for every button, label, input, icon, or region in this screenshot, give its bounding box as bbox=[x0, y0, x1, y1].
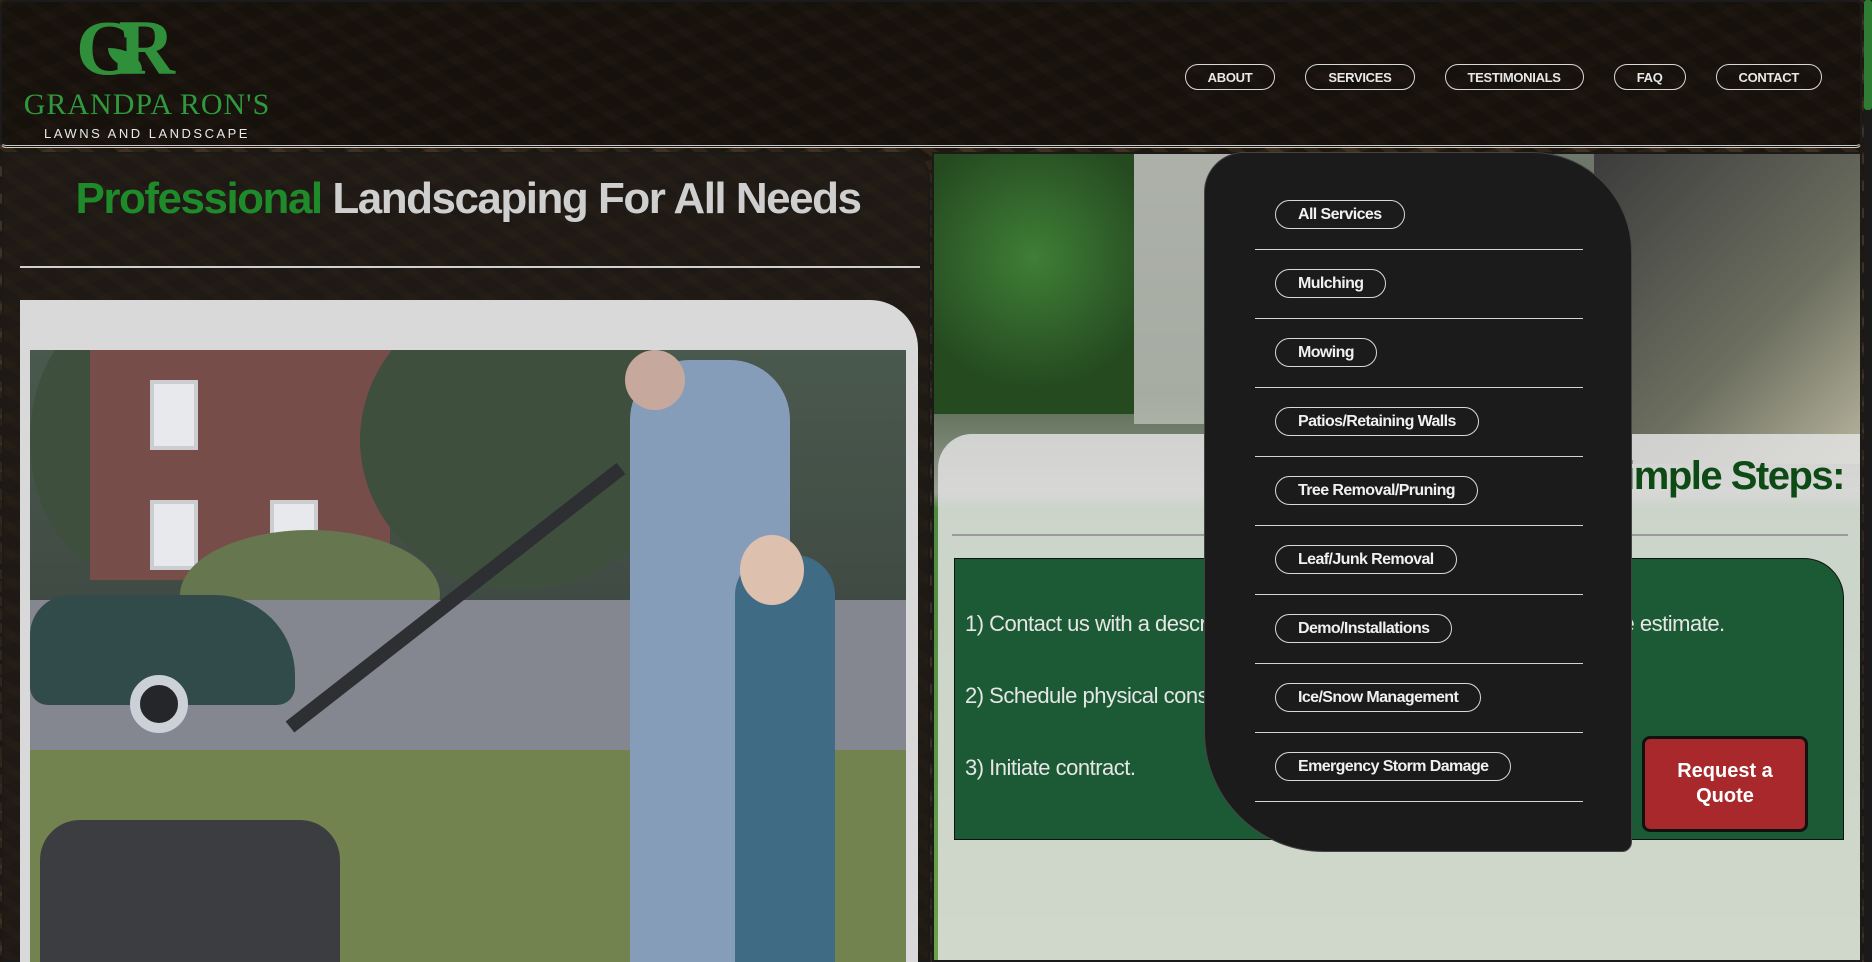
brand-logo[interactable]: GR GRANDPA RON'S LAWNS AND LANDSCAPE bbox=[12, 4, 282, 142]
dropdown-item: All Services bbox=[1255, 181, 1583, 250]
photo-frame bbox=[20, 300, 918, 962]
services-dropdown: All Services Mulching Mowing Patios/Reta… bbox=[1204, 152, 1632, 852]
headline-rest: Landscaping For All Needs bbox=[321, 174, 862, 223]
dropdown-item: Leaf/Junk Removal bbox=[1255, 526, 1583, 595]
service-mulching[interactable]: Mulching bbox=[1275, 269, 1387, 298]
logo-monogram: GR bbox=[76, 4, 175, 91]
request-quote-button[interactable]: Request a Quote bbox=[1642, 736, 1808, 832]
service-mowing[interactable]: Mowing bbox=[1275, 338, 1377, 367]
dropdown-item: Tree Removal/Pruning bbox=[1255, 457, 1583, 526]
service-all-services[interactable]: All Services bbox=[1275, 200, 1405, 229]
background-mower bbox=[1594, 154, 1860, 464]
nav-testimonials[interactable]: TESTIMONIALS bbox=[1444, 64, 1584, 90]
dropdown-item: Ice/Snow Management bbox=[1255, 664, 1583, 733]
nav-about[interactable]: ABOUT bbox=[1184, 64, 1276, 90]
dropdown-item: Mowing bbox=[1255, 319, 1583, 388]
scrollbar-thumb[interactable] bbox=[1864, 0, 1872, 110]
grandpa-mowing-photo bbox=[30, 350, 906, 962]
background-tree bbox=[934, 154, 1134, 414]
brand-name: GRANDPA RON'S bbox=[23, 88, 271, 121]
page-scrollbar[interactable] bbox=[1864, 0, 1872, 962]
service-tree-removal-pruning[interactable]: Tree Removal/Pruning bbox=[1275, 476, 1478, 505]
nav-contact[interactable]: CONTACT bbox=[1715, 64, 1822, 90]
headline-accent: Professional bbox=[75, 174, 324, 223]
dropdown-item: Emergency Storm Damage bbox=[1255, 733, 1583, 802]
nav-faq[interactable]: FAQ bbox=[1613, 64, 1686, 90]
service-demo-installations[interactable]: Demo/Installations bbox=[1275, 614, 1453, 643]
dropdown-item: Mulching bbox=[1255, 250, 1583, 319]
dropdown-item: Patios/Retaining Walls bbox=[1255, 388, 1583, 457]
hero-panel: Professional Landscaping For All Needs bbox=[2, 152, 930, 962]
brand-tagline: LAWNS AND LANDSCAPE bbox=[44, 126, 250, 141]
site-header: GR GRANDPA RON'S LAWNS AND LANDSCAPE ABO… bbox=[0, 0, 1862, 148]
service-emergency-storm-damage[interactable]: Emergency Storm Damage bbox=[1275, 752, 1512, 781]
service-ice-snow-management[interactable]: Ice/Snow Management bbox=[1275, 683, 1482, 712]
service-leaf-junk-removal[interactable]: Leaf/Junk Removal bbox=[1275, 545, 1457, 574]
nav-services[interactable]: SERVICES bbox=[1305, 64, 1415, 90]
hero-divider bbox=[20, 266, 920, 268]
hero-headline: Professional Landscaping For All Needs bbox=[4, 174, 932, 224]
main-nav: ABOUT SERVICES TESTIMONIALS FAQ CONTACT bbox=[1184, 64, 1822, 90]
dropdown-item: Demo/Installations bbox=[1255, 595, 1583, 664]
service-patios-retaining-walls[interactable]: Patios/Retaining Walls bbox=[1275, 407, 1479, 436]
step-3: 3) Initiate contract. bbox=[965, 755, 1136, 780]
